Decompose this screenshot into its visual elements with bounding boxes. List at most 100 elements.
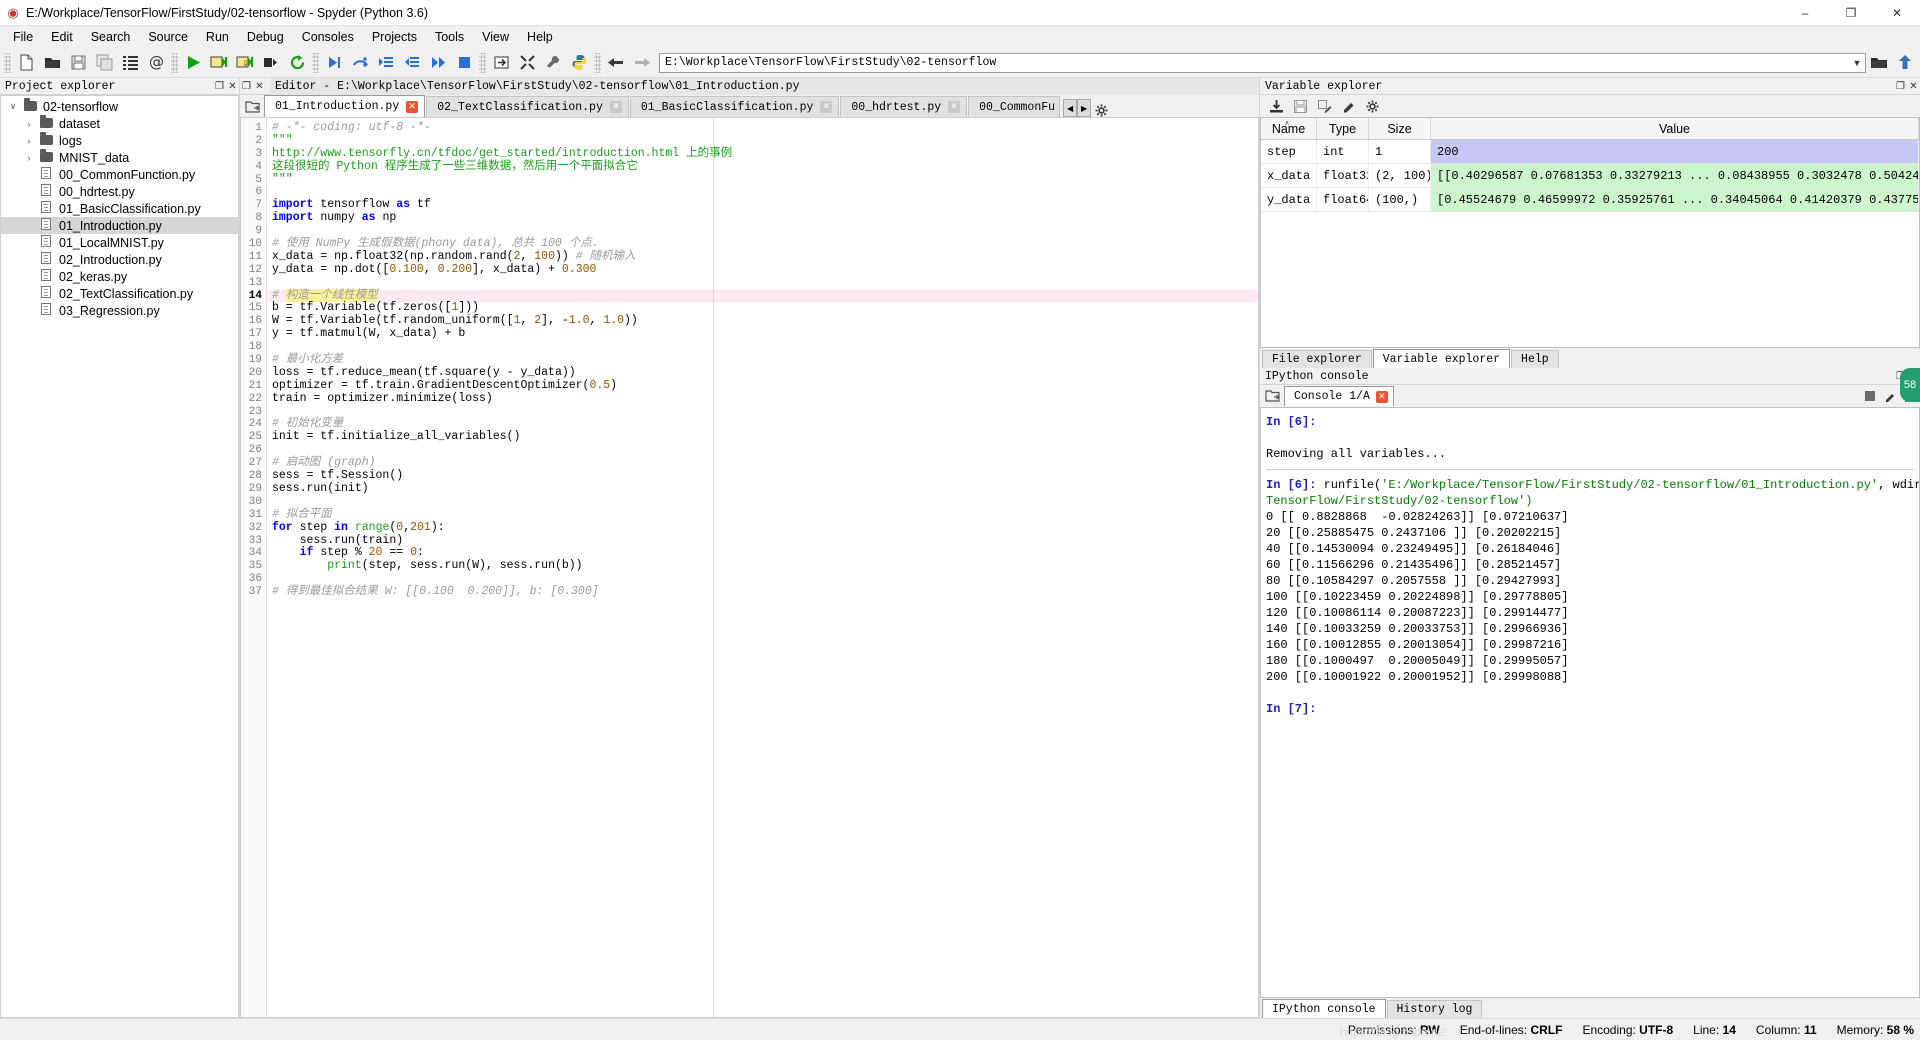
remove-all-variables-icon[interactable]: [1336, 96, 1360, 116]
run-cell-icon[interactable]: [206, 50, 232, 76]
editor-tab-00-commonfunction[interactable]: 00_CommonFu: [968, 96, 1060, 117]
step-over-icon[interactable]: [347, 50, 373, 76]
tab-variable-explorer[interactable]: Variable explorer: [1373, 349, 1510, 368]
save-data-icon[interactable]: [1288, 96, 1312, 116]
minimize-button[interactable]: –: [1782, 0, 1828, 26]
toolbar-grip-4[interactable]: [479, 53, 486, 73]
tree-item-02-tensorflow[interactable]: ∨ 02-tensorflow: [1, 98, 238, 115]
preferences-icon[interactable]: [540, 50, 566, 76]
step-into-icon[interactable]: [373, 50, 399, 76]
code-line[interactable]: [267, 444, 1258, 457]
menu-view[interactable]: View: [473, 28, 518, 46]
variable-value[interactable]: 200: [1431, 140, 1919, 163]
tree-item-02-keras[interactable]: 02_keras.py: [1, 268, 238, 285]
code-line[interactable]: y_data = np.dot([0.100, 0.200], x_data) …: [267, 264, 1258, 277]
forward-icon[interactable]: [629, 50, 655, 76]
gear-icon[interactable]: [1091, 104, 1111, 117]
code-line[interactable]: # -*- coding: utf-8 -*-: [267, 122, 1258, 135]
debug-file-icon[interactable]: [321, 50, 347, 76]
open-file-icon[interactable]: [39, 50, 65, 76]
tree-item-00-commonfunction[interactable]: 00_CommonFunction.py: [1, 166, 238, 183]
undock-icon[interactable]: ❐: [213, 81, 226, 92]
table-row[interactable]: x_data float32 (2, 100) [[0.40296587 0.0…: [1261, 164, 1919, 188]
code-line[interactable]: print(step, sess.run(W), sess.run(b)): [267, 560, 1258, 573]
menu-tools[interactable]: Tools: [426, 28, 473, 46]
close-button[interactable]: ✕: [1874, 0, 1920, 26]
tree-item-01-localmnist[interactable]: 01_LocalMNIST.py: [1, 234, 238, 251]
table-row[interactable]: step int 1 200: [1261, 140, 1919, 164]
code-line[interactable]: import numpy as np: [267, 212, 1258, 225]
menu-debug[interactable]: Debug: [238, 28, 293, 46]
code-editor[interactable]: 1234567891011121314151617181920212223242…: [240, 117, 1259, 1018]
code-line[interactable]: 这段很短的 Python 程序生成了一些三维数据，然后用一个平面拟合它: [267, 161, 1258, 174]
chevron-right-icon[interactable]: ›: [21, 119, 37, 129]
side-badge[interactable]: 58: [1900, 368, 1920, 402]
menu-source[interactable]: Source: [139, 28, 197, 46]
code-line[interactable]: [267, 496, 1258, 509]
import-data-icon[interactable]: [1264, 96, 1288, 116]
toolbar-grip-3[interactable]: [312, 53, 319, 73]
tree-item-01-basicclassification[interactable]: 01_BasicClassification.py: [1, 200, 238, 217]
browse-tabs-icon[interactable]: [240, 97, 264, 117]
maximize-button[interactable]: ❐: [1828, 0, 1874, 26]
column-header-value[interactable]: Value: [1431, 118, 1919, 139]
re-run-cell-icon[interactable]: [284, 50, 310, 76]
parent-directory-icon[interactable]: [1892, 50, 1918, 76]
code-line[interactable]: train = optimizer.minimize(loss): [267, 393, 1258, 406]
close-icon[interactable]: ✕: [226, 81, 239, 92]
close-icon[interactable]: ✕: [948, 101, 960, 113]
menu-search[interactable]: Search: [82, 28, 140, 46]
options-icon[interactable]: [1880, 387, 1900, 405]
tree-item-logs[interactable]: › logs: [1, 132, 238, 149]
undock-icon[interactable]: ❐: [240, 81, 253, 92]
variable-value[interactable]: [0.45524679 0.46599972 0.35925761 ... 0.…: [1431, 188, 1919, 211]
close-icon[interactable]: ✕: [1907, 81, 1920, 92]
new-file-icon[interactable]: [13, 50, 39, 76]
toolbar-grip-5[interactable]: [594, 53, 601, 73]
editor-tab-01-introduction[interactable]: 01_Introduction.py ✕: [264, 95, 425, 117]
code-line[interactable]: sess.run(init): [267, 483, 1258, 496]
chevron-down-icon[interactable]: ▼: [1849, 58, 1865, 68]
save-all-icon[interactable]: [91, 50, 117, 76]
menu-edit[interactable]: Edit: [42, 28, 82, 46]
fullscreen-icon[interactable]: [514, 50, 540, 76]
editor-tab-02-textclassification[interactable]: 02_TextClassification.py ✕: [426, 96, 629, 117]
menu-file[interactable]: File: [4, 28, 42, 46]
tab-help[interactable]: Help: [1511, 350, 1559, 368]
code-line[interactable]: # 启动图 (graph): [267, 457, 1258, 470]
code-line[interactable]: [267, 341, 1258, 354]
variable-table[interactable]: ∧ Name Type Size Value step int 1 200: [1260, 117, 1920, 348]
tab-prev-button[interactable]: ◀: [1063, 99, 1077, 117]
toolbar-grip-2[interactable]: [171, 53, 178, 73]
variable-value[interactable]: [[0.40296587 0.07681353 0.33279213 ... 0…: [1431, 164, 1919, 187]
chevron-right-icon[interactable]: ›: [21, 153, 37, 163]
console-tab-1a[interactable]: Console 1/A ✕: [1284, 386, 1394, 406]
back-icon[interactable]: [603, 50, 629, 76]
toolbar-grip[interactable]: [4, 53, 11, 73]
close-icon[interactable]: ✕: [1376, 391, 1388, 403]
menu-run[interactable]: Run: [197, 28, 238, 46]
tree-item-00-hdrtest[interactable]: 00_hdrtest.py: [1, 183, 238, 200]
save-data-as-icon[interactable]: [1312, 96, 1336, 116]
code-line[interactable]: # 得到最佳拟合结果 W: [[0.100 0.200]], b: [0.300…: [267, 586, 1258, 599]
tree-item-02-introduction[interactable]: 02_Introduction.py: [1, 251, 238, 268]
chevron-right-icon[interactable]: ›: [21, 136, 37, 146]
code-line[interactable]: import tensorflow as tf: [267, 199, 1258, 212]
editor-tab-00-hdrtest[interactable]: 00_hdrtest.py ✕: [840, 96, 967, 117]
console-output[interactable]: In [6]: Removing all variables...In [6]:…: [1260, 407, 1920, 998]
continue-icon[interactable]: [425, 50, 451, 76]
tree-item-01-introduction[interactable]: 01_Introduction.py: [1, 217, 238, 234]
editor-tab-01-basicclassification[interactable]: 01_BasicClassification.py ✕: [630, 96, 840, 117]
code-line[interactable]: [267, 277, 1258, 290]
menu-consoles[interactable]: Consoles: [293, 28, 363, 46]
step-return-icon[interactable]: [399, 50, 425, 76]
maximize-pane-icon[interactable]: [488, 50, 514, 76]
menu-help[interactable]: Help: [518, 28, 562, 46]
tree-item-03-regression[interactable]: 03_Regression.py: [1, 302, 238, 319]
menu-projects[interactable]: Projects: [363, 28, 426, 46]
chevron-down-icon[interactable]: ∨: [5, 101, 21, 112]
tab-next-button[interactable]: ▶: [1077, 99, 1091, 117]
tree-item-mnist-data[interactable]: › MNIST_data: [1, 149, 238, 166]
code-line[interactable]: sess = tf.Session(): [267, 470, 1258, 483]
gear-icon[interactable]: [1360, 96, 1384, 116]
